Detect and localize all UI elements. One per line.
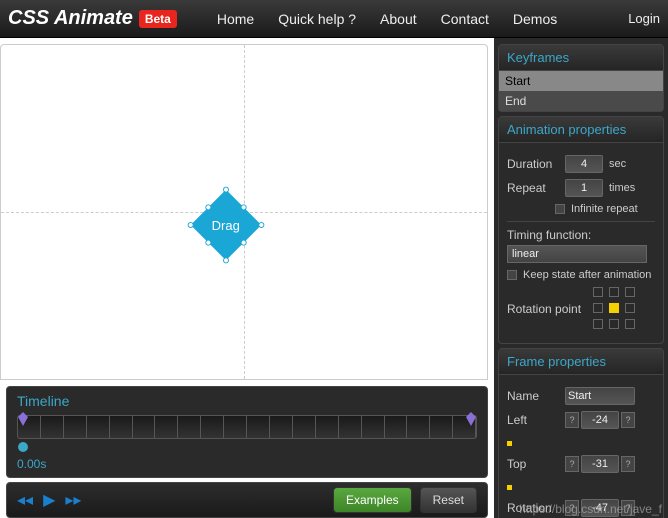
login-link[interactable]: Login (628, 11, 660, 26)
duration-row: Duration sec (507, 155, 655, 173)
rot-mr[interactable] (625, 303, 635, 313)
nav-quickhelp[interactable]: Quick help ? (268, 5, 366, 33)
controls-bar: ◂◂ ▶ ▸▸ Examples Reset (6, 482, 488, 518)
canvas-wrap: Drag (0, 38, 494, 380)
infinite-row: Infinite repeat (555, 203, 655, 215)
rotation-dec[interactable]: ? (565, 500, 579, 516)
rot-bl[interactable] (593, 319, 603, 329)
left-column: Drag Timeline (0, 38, 494, 518)
rotation-inc[interactable]: ? (621, 500, 635, 516)
timing-select[interactable]: linear (507, 245, 647, 263)
beta-badge: Beta (139, 10, 177, 28)
top-input[interactable] (581, 455, 619, 473)
rot-bc[interactable] (609, 319, 619, 329)
resize-handle-tl[interactable] (222, 185, 230, 193)
separator (507, 221, 655, 222)
timeline-track[interactable] (17, 415, 477, 439)
repeat-input[interactable] (565, 179, 603, 197)
rot-tc[interactable] (609, 287, 619, 297)
timeline-title: Timeline (17, 393, 477, 409)
left-keyframe-dot[interactable] (507, 441, 512, 446)
top-dec[interactable]: ? (565, 456, 579, 472)
duration-label: Duration (507, 157, 559, 171)
playhead[interactable] (18, 442, 28, 452)
left-label: Left (507, 413, 559, 427)
top-keyframe-dot[interactable] (507, 485, 512, 490)
repeat-label: Repeat (507, 181, 559, 195)
keepstate-row: Keep state after animation (507, 269, 655, 281)
main-nav: Home Quick help ? About Contact Demos (207, 5, 567, 33)
left-inc[interactable]: ? (621, 412, 635, 428)
top-label: Top (507, 457, 559, 471)
logo: CSS Animate Beta (8, 7, 177, 30)
resize-handle-t[interactable] (239, 203, 247, 211)
keepstate-label: Keep state after animation (523, 269, 651, 281)
rot-br[interactable] (625, 319, 635, 329)
nav-about[interactable]: About (370, 5, 427, 33)
timeline-panel: Timeline 0.00s (6, 386, 488, 478)
name-row: Name (507, 387, 655, 405)
animation-canvas[interactable]: Drag (0, 44, 488, 380)
drag-label: Drag (212, 218, 240, 233)
time-label: 0.00s (17, 457, 477, 471)
name-input[interactable] (565, 387, 635, 405)
keyframes-header: Keyframes (499, 45, 663, 71)
rotation-point-row: Rotation point (507, 287, 655, 331)
resize-handle-r[interactable] (239, 238, 247, 246)
rot-ml[interactable] (593, 303, 603, 313)
repeat-row: Repeat times (507, 179, 655, 197)
frame-properties-section: Frame properties Name Left ? ? Top (498, 348, 664, 518)
resize-handle-bl[interactable] (186, 221, 194, 229)
top-row: Top ? ? (507, 455, 655, 473)
left-input[interactable] (581, 411, 619, 429)
examples-button[interactable]: Examples (333, 487, 412, 513)
drag-object[interactable]: Drag (191, 190, 262, 261)
resize-handle-b[interactable] (204, 238, 212, 246)
keyframes-section: Keyframes Start End (498, 44, 664, 112)
nav-contact[interactable]: Contact (431, 5, 499, 33)
rot-tl[interactable] (593, 287, 603, 297)
infinite-label: Infinite repeat (571, 203, 638, 215)
keyframe-marker-end[interactable] (466, 412, 476, 426)
rot-tr[interactable] (625, 287, 635, 297)
resize-handle-br[interactable] (222, 256, 230, 264)
play-icon[interactable]: ▶ (43, 490, 55, 510)
keyframe-marker-start[interactable] (18, 412, 28, 426)
forward-icon[interactable]: ▸▸ (65, 490, 81, 510)
rotation-row: Rotation ? ? (507, 499, 655, 517)
keyframe-row-start[interactable]: Start (499, 71, 663, 91)
keyframe-row-end[interactable]: End (499, 91, 663, 111)
animation-properties-section: Animation properties Duration sec Repeat… (498, 116, 664, 344)
rotation-label: Rotation (507, 501, 559, 515)
rotation-input[interactable] (581, 499, 619, 517)
rotation-point-grid (593, 287, 637, 331)
keepstate-checkbox[interactable] (507, 270, 517, 280)
main-area: Drag Timeline (0, 38, 668, 518)
reset-button[interactable]: Reset (420, 487, 477, 513)
logo-text: CSS Animate (8, 7, 133, 30)
timing-label: Timing function: (507, 228, 655, 242)
name-label: Name (507, 389, 559, 403)
frame-properties-header: Frame properties (499, 349, 663, 375)
nav-demos[interactable]: Demos (503, 5, 567, 33)
right-buttons: Examples Reset (333, 487, 477, 513)
repeat-unit: times (609, 182, 635, 194)
resize-handle-l[interactable] (204, 203, 212, 211)
duration-unit: sec (609, 158, 626, 170)
duration-input[interactable] (565, 155, 603, 173)
infinite-checkbox[interactable] (555, 204, 565, 214)
app-header: CSS Animate Beta Home Quick help ? About… (0, 0, 668, 38)
left-dec[interactable]: ? (565, 412, 579, 428)
play-controls: ◂◂ ▶ ▸▸ (17, 490, 81, 510)
rot-mc[interactable] (609, 303, 619, 313)
right-panel: Keyframes Start End Animation properties… (494, 38, 668, 518)
rewind-icon[interactable]: ◂◂ (17, 490, 33, 510)
top-inc[interactable]: ? (621, 456, 635, 472)
animation-properties-header: Animation properties (499, 117, 663, 143)
resize-handle-tr[interactable] (257, 221, 265, 229)
rotation-point-label: Rotation point (507, 302, 581, 316)
left-row: Left ? ? (507, 411, 655, 429)
nav-home[interactable]: Home (207, 5, 264, 33)
